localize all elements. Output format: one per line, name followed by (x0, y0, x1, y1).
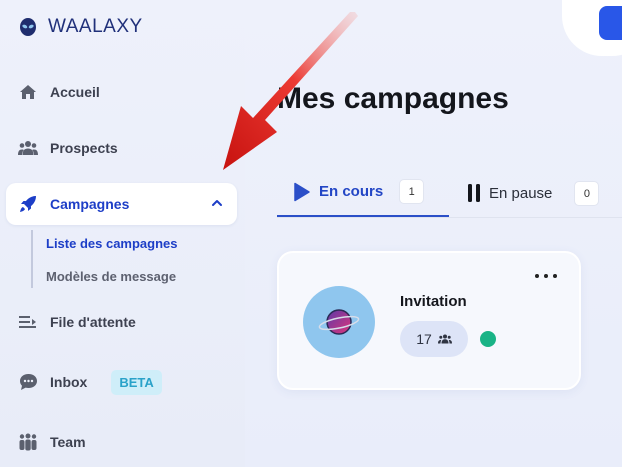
more-options-icon[interactable] (535, 269, 557, 283)
users-icon (437, 334, 452, 344)
rocket-icon (18, 194, 38, 214)
campaign-card[interactable]: Invitation 17 (277, 251, 581, 390)
tab-en-pause[interactable]: En pause 0 (465, 168, 600, 218)
sidebar-item-prospects[interactable]: Prospects (6, 127, 237, 169)
home-icon (18, 82, 38, 102)
planet-icon (303, 286, 375, 358)
tab-en-cours[interactable]: En cours 1 (277, 168, 449, 218)
app-name: WAALAXY (48, 16, 143, 37)
sidebar-item-campagnes[interactable]: Campagnes (6, 183, 237, 225)
subnav-liste-des-campagnes[interactable]: Liste des campagnes (46, 236, 178, 251)
sidebar-item-label: Team (50, 434, 86, 450)
sidebar-item-file-d-attente[interactable]: File d'attente (6, 301, 237, 343)
tab-label: En pause (489, 184, 553, 202)
team-icon (18, 432, 38, 452)
submenu-guide-line (31, 230, 33, 288)
tabs-divider (277, 217, 622, 218)
prospects-count-pill[interactable]: 17 (400, 321, 468, 357)
campaign-name: Invitation (400, 293, 467, 310)
beta-badge: BETA (111, 369, 162, 395)
prospects-count: 17 (416, 331, 432, 347)
sidebar-item-label: Campagnes (50, 196, 130, 212)
tab-count-badge: 1 (399, 179, 425, 204)
sidebar-item-accueil[interactable]: Accueil (6, 71, 237, 113)
tab-count-badge: 0 (574, 180, 600, 206)
app-logo[interactable]: WAALAXY (18, 16, 143, 38)
sidebar-item-team[interactable]: Team (6, 421, 237, 463)
sidebar-item-inbox[interactable]: Inbox BETA (6, 361, 237, 403)
status-active-dot (480, 331, 496, 347)
campaign-status-tabs: En cours 1 En pause 0 (277, 168, 622, 220)
sidebar: WAALAXY Accueil Prospects Campagnes List… (0, 0, 245, 467)
red-arrow-annotation (223, 12, 358, 170)
sidebar-item-label: Accueil (50, 84, 100, 100)
queue-icon (18, 312, 38, 332)
alien-logo-icon (20, 18, 36, 36)
sidebar-item-label: File d'attente (50, 314, 136, 330)
sidebar-item-label: Prospects (50, 140, 118, 156)
pause-icon (468, 184, 480, 202)
users-icon (18, 138, 38, 158)
header-action-button[interactable] (599, 6, 622, 40)
subnav-modeles-de-message[interactable]: Modèles de message (46, 269, 176, 284)
tab-label: En cours (319, 183, 384, 200)
play-icon (294, 182, 310, 201)
chat-icon (18, 372, 38, 392)
sidebar-item-label: Inbox (50, 374, 88, 390)
chevron-up-icon[interactable] (211, 197, 223, 209)
